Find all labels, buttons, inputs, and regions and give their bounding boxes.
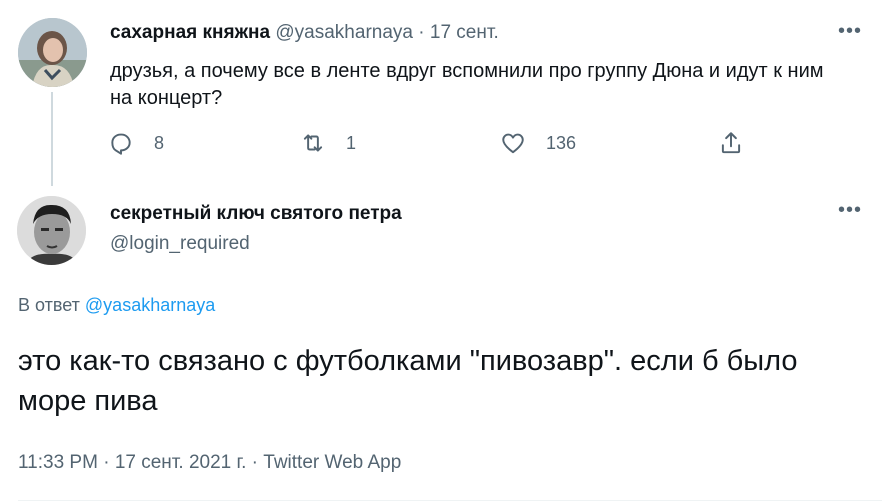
tweet-time[interactable]: 11:33 PM — [18, 452, 98, 473]
reply-icon — [111, 133, 131, 155]
display-name[interactable]: секретный ключ святого петра — [110, 203, 402, 225]
tweet-page: сахарная княжна @yasakharnaya · 17 сент.… — [0, 0, 882, 503]
user-handle[interactable]: @login_required — [110, 233, 250, 255]
tweet-meta: 11:33 PM · 17 сент. 2021 г. · Twitter We… — [18, 452, 401, 474]
main-tweet-text: это как-то связано с футболками "пивозав… — [18, 345, 798, 417]
avatar-image — [18, 18, 87, 87]
separator: · — [251, 452, 258, 473]
more-icon[interactable]: ••• — [838, 200, 862, 220]
avatar[interactable] — [17, 196, 86, 265]
avatar-image — [17, 196, 86, 265]
retweet-button[interactable]: 1 — [300, 130, 356, 156]
share-icon — [721, 132, 741, 154]
like-button[interactable]: 136 — [500, 130, 576, 156]
retweet-count: 1 — [346, 132, 357, 153]
share-button[interactable] — [718, 130, 744, 156]
tweet-date[interactable]: 17 сент. — [430, 22, 499, 43]
reply-button[interactable]: 8 — [108, 130, 164, 156]
tweet-source[interactable]: Twitter Web App — [263, 452, 401, 473]
thread-line — [51, 92, 53, 186]
retweet-icon — [303, 134, 323, 152]
parent-tweet-header: сахарная княжна @yasakharnaya · 17 сент. — [110, 22, 499, 44]
more-icon[interactable]: ••• — [838, 21, 862, 41]
tweet-actions: 8 1 136 — [108, 130, 748, 160]
divider — [18, 500, 882, 501]
like-count: 136 — [546, 132, 577, 153]
reply-to-link[interactable]: @yasakharnaya — [85, 295, 215, 315]
user-handle[interactable]: @yasakharnaya — [275, 22, 413, 43]
separator: · — [418, 22, 425, 43]
avatar[interactable] — [18, 18, 87, 87]
display-name[interactable]: сахарная княжна — [110, 22, 270, 43]
parent-tweet-text: друзья, а почему все в ленте вдруг вспом… — [110, 60, 824, 109]
tweet-date[interactable]: 17 сент. 2021 г. — [115, 452, 247, 473]
separator: · — [103, 452, 110, 473]
reply-count: 8 — [154, 132, 165, 153]
heart-icon — [502, 133, 524, 154]
reply-prefix: В ответ — [18, 295, 80, 315]
reply-context: В ответ @yasakharnaya — [18, 295, 215, 316]
